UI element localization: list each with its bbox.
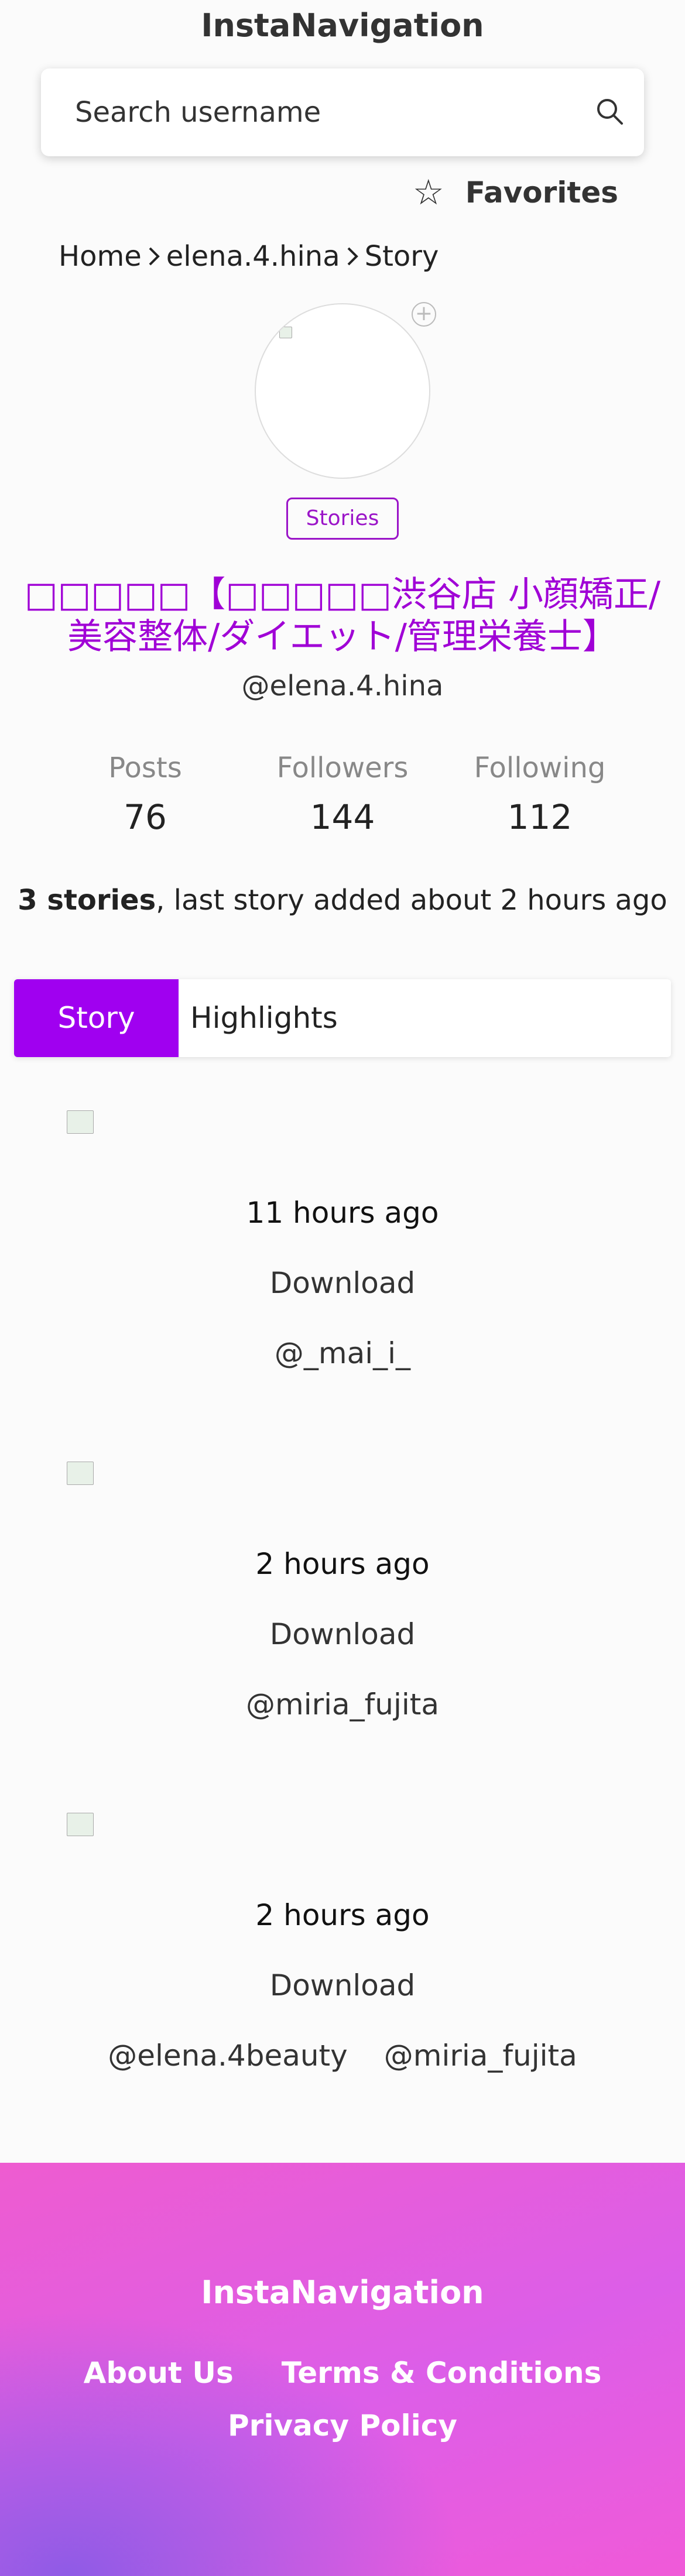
avatar-container: +	[255, 302, 436, 479]
breadcrumb-profile[interactable]: elena.4.hina	[166, 240, 340, 273]
download-link[interactable]: Download	[0, 1617, 685, 1651]
story-count: 3 stories	[18, 884, 156, 917]
stat-value: 76	[124, 797, 167, 837]
story-time: 11 hours ago	[246, 1196, 439, 1230]
search-icon[interactable]	[592, 94, 628, 129]
story-image[interactable]	[67, 1462, 94, 1485]
tab-story[interactable]: Story	[14, 979, 179, 1057]
stat-label: Posts	[108, 752, 182, 784]
mention-link[interactable]: @miria_fujita	[384, 2039, 577, 2073]
story-item: 2 hours ago Download @elena.4beauty @mir…	[0, 1813, 685, 2094]
footer-links: About Us Terms & Conditions	[0, 2356, 685, 2390]
search-box	[41, 68, 644, 156]
stat-value: 112	[507, 797, 573, 837]
favorites-label: Favorites	[465, 176, 618, 210]
site-title[interactable]: InstaNavigation	[0, 7, 685, 44]
tab-highlights[interactable]: Highlights	[179, 979, 338, 1057]
avatar[interactable]	[255, 303, 430, 479]
search-input[interactable]	[75, 92, 578, 133]
story-time: 2 hours ago	[255, 1898, 430, 1932]
download-link[interactable]: Download	[0, 1266, 685, 1300]
footer-brand[interactable]: InstaNavigation	[0, 2274, 685, 2311]
privacy-policy-link[interactable]: Privacy Policy	[228, 2409, 457, 2443]
breadcrumb-current: Story	[364, 240, 439, 273]
broken-image-icon	[279, 327, 292, 338]
story-summary-text: , last story added about 2 hours ago	[156, 884, 667, 917]
display-name: □□□□□【□□□□□渋谷店 小顔矯正/美容整体/ダイエット/管理栄養士】	[24, 574, 661, 657]
favorites-button[interactable]: ☆ Favorites	[413, 172, 618, 213]
mention-link[interactable]: @elena.4beauty	[108, 2039, 347, 2073]
stat-followers: Followers 144	[249, 752, 436, 837]
story-item: 2 hours ago Download @miria_fujita	[0, 1462, 685, 1743]
footer: InstaNavigation About Us Terms & Conditi…	[0, 2163, 685, 2576]
stories-badge[interactable]: Stories	[286, 498, 399, 540]
username: @elena.4.hina	[241, 670, 444, 702]
story-image[interactable]	[67, 1110, 94, 1134]
story-item: 11 hours ago Download @_mai_i_	[0, 1110, 685, 1391]
mention-link[interactable]: @_mai_i_	[275, 1336, 410, 1370]
terms-link[interactable]: Terms & Conditions	[282, 2356, 602, 2390]
story-mentions: @elena.4beauty @miria_fujita	[0, 2039, 685, 2073]
chevron-right-icon	[149, 247, 160, 266]
breadcrumb-home[interactable]: Home	[59, 240, 142, 273]
mention-link[interactable]: @miria_fujita	[246, 1687, 439, 1721]
story-time: 2 hours ago	[255, 1547, 430, 1581]
breadcrumb: Home elena.4.hina Story	[59, 240, 439, 273]
stat-label: Followers	[276, 752, 409, 784]
stat-value: 144	[310, 797, 375, 837]
story-summary: 3 stories, last story added about 2 hour…	[0, 884, 685, 917]
footer-links-secondary: Privacy Policy	[0, 2409, 685, 2443]
stat-label: Following	[474, 752, 606, 784]
about-us-link[interactable]: About Us	[84, 2356, 234, 2390]
story-tabs: Story Highlights	[14, 979, 671, 1057]
story-image[interactable]	[67, 1813, 94, 1836]
chevron-right-icon	[347, 247, 358, 266]
story-mentions: @_mai_i_	[0, 1336, 685, 1370]
download-link[interactable]: Download	[0, 1968, 685, 2002]
add-favorite-icon[interactable]: +	[412, 302, 436, 327]
stat-following: Following 112	[446, 752, 633, 837]
story-mentions: @miria_fujita	[0, 1687, 685, 1721]
stat-posts: Posts 76	[52, 752, 239, 837]
star-icon: ☆	[412, 172, 444, 213]
